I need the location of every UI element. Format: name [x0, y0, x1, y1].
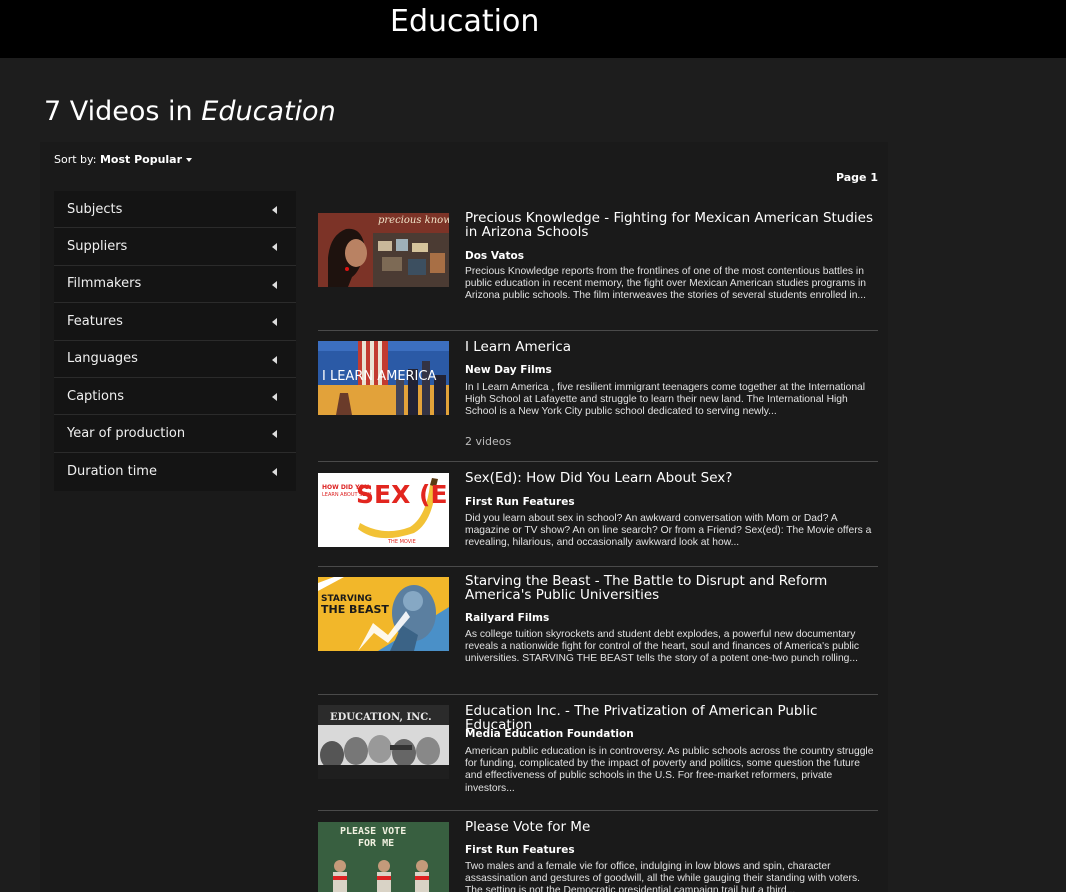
svg-text:PLEASE VOTE: PLEASE VOTE: [340, 826, 406, 837]
svg-text:FOR ME: FOR ME: [358, 838, 394, 849]
caret-down-icon: [186, 158, 193, 162]
page-header-title: Education: [390, 4, 540, 39]
svg-text:THE BEAST: THE BEAST: [321, 603, 389, 616]
thumbnail-title-art: SEX (ED): [356, 480, 449, 509]
page-indicator: Page 1: [835, 171, 878, 184]
chevron-left-icon: [272, 392, 277, 401]
filter-label: Captions: [67, 388, 124, 404]
filter-filmmakers[interactable]: Filmmakers: [54, 266, 296, 304]
video-title[interactable]: Please Vote for Me: [465, 820, 878, 834]
filter-sidebar: Subjects Suppliers Filmmakers Features L…: [54, 191, 296, 491]
filter-suppliers[interactable]: Suppliers: [54, 228, 296, 266]
sort-value: Most Popular: [99, 153, 183, 166]
chevron-left-icon: [272, 430, 277, 439]
chevron-left-icon: [272, 206, 277, 214]
video-thumbnail[interactable]: EDUCATION, INC.: [318, 705, 449, 779]
top-bar: Education: [0, 0, 1066, 58]
filter-languages[interactable]: Languages: [54, 341, 296, 378]
filter-label: Languages: [67, 351, 138, 367]
filter-label: Year of production: [67, 426, 186, 442]
video-item: EDUCATION, INC. Education Inc. - The Pri…: [318, 695, 878, 811]
chevron-left-icon: [272, 243, 277, 252]
video-description: Precious Knowledge reports from the fron…: [465, 266, 867, 302]
filter-label: Features: [67, 313, 123, 329]
thumbnail-title-art: I LEARN AMERICA: [322, 369, 436, 384]
chevron-left-icon: [272, 280, 277, 289]
filter-features[interactable]: Features: [54, 303, 296, 341]
thumbnail-title-art: EDUCATION, INC.: [330, 712, 432, 723]
video-description: In I Learn America , five resilient immi…: [465, 382, 866, 418]
filter-year-of-production[interactable]: Year of production: [54, 415, 296, 453]
video-title[interactable]: I Learn America: [465, 340, 878, 354]
video-thumbnail[interactable]: I LEARN AMERICA: [318, 341, 449, 415]
page-title: 7 Videos in Education: [44, 96, 336, 127]
svg-text:THE MOVIE: THE MOVIE: [387, 539, 416, 545]
video-description: American public education is in controve…: [465, 746, 874, 794]
filter-subjects[interactable]: Subjects: [54, 191, 296, 229]
filter-duration-time[interactable]: Duration time: [54, 453, 296, 490]
video-item: STARVING THE BEAST Starving the Beast - …: [318, 567, 878, 695]
video-list: precious knowledge Precious Knowledge - …: [318, 200, 878, 892]
video-item: I LEARN AMERICA I Learn America New Day …: [318, 331, 878, 462]
video-thumbnail[interactable]: STARVING THE BEAST: [318, 577, 449, 651]
sort-label: Sort by:: [54, 153, 97, 166]
video-supplier[interactable]: New Day Films: [465, 364, 552, 376]
category-name: Education: [201, 96, 336, 127]
video-title[interactable]: Precious Knowledge - Fighting for Mexica…: [465, 211, 878, 239]
filter-captions[interactable]: Captions: [54, 378, 296, 416]
video-thumbnail[interactable]: HOW DID YOU LEARN ABOUT SEX? SEX (ED) TH…: [318, 473, 449, 547]
video-supplier[interactable]: Dos Vatos: [465, 250, 524, 262]
video-count: 2 videos: [465, 435, 512, 448]
filter-label: Subjects: [67, 201, 123, 217]
video-item: precious knowledge Precious Knowledge - …: [318, 200, 878, 331]
chevron-left-icon: [272, 355, 277, 364]
video-supplier[interactable]: Railyard Films: [465, 612, 549, 624]
filter-label: Duration time: [67, 463, 157, 479]
sort-dropdown[interactable]: Sort by: Most Popular: [54, 153, 193, 166]
video-item: PLEASE VOTE FOR ME Please Vote for Me Fi…: [318, 811, 878, 892]
video-supplier[interactable]: First Run Features: [465, 496, 575, 508]
video-description: As college tuition skyrockets and studen…: [465, 629, 860, 665]
video-description: Two males and a female vie for office, i…: [465, 861, 860, 892]
video-thumbnail[interactable]: PLEASE VOTE FOR ME: [318, 822, 449, 892]
video-supplier[interactable]: Media Education Foundation: [465, 728, 634, 740]
video-description: Did you learn about sex in school? An aw…: [465, 513, 872, 549]
chevron-left-icon: [272, 467, 277, 476]
filter-label: Suppliers: [67, 239, 128, 255]
filter-label: Filmmakers: [67, 276, 142, 292]
results-count: 7 Videos in: [44, 96, 202, 127]
chevron-left-icon: [272, 318, 277, 327]
video-supplier[interactable]: First Run Features: [465, 844, 575, 856]
video-title[interactable]: Sex(Ed): How Did You Learn About Sex?: [465, 471, 878, 485]
thumbnail-title-art: precious knowledge: [378, 215, 449, 226]
video-item: HOW DID YOU LEARN ABOUT SEX? SEX (ED) TH…: [318, 462, 878, 567]
video-title[interactable]: Starving the Beast - The Battle to Disru…: [465, 574, 878, 602]
video-thumbnail[interactable]: precious knowledge: [318, 213, 449, 287]
